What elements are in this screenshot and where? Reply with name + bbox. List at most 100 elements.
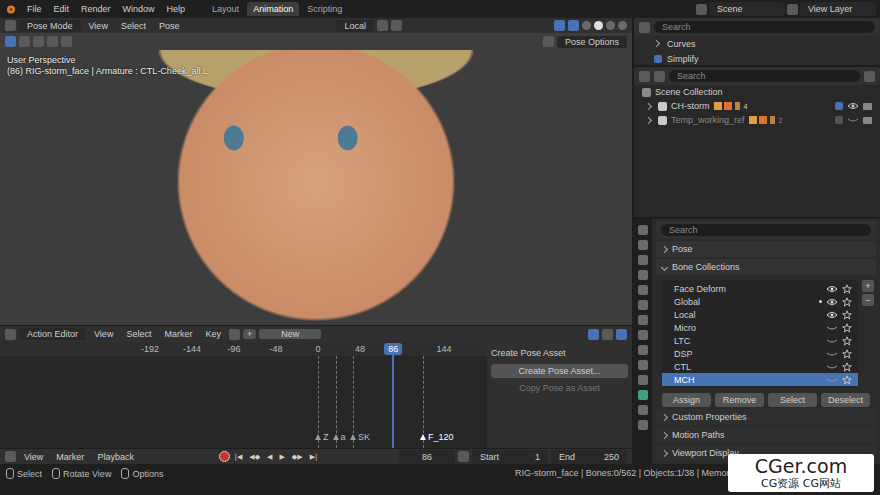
search-field[interactable]: Search [654,21,875,33]
properties-tab-icon[interactable] [638,315,648,325]
search-field[interactable]: Search [669,70,860,82]
properties-tab-icon[interactable] [638,225,648,235]
marker[interactable]: SK [350,432,370,442]
bone-collection-row[interactable]: CTL [662,360,858,373]
scene-icon[interactable] [696,4,707,15]
properties-tab-icon[interactable] [638,300,648,310]
marker[interactable]: a [333,432,346,442]
blender-logo-icon[interactable] [4,3,16,15]
viewport-menu[interactable]: View [84,20,113,32]
properties-tab-icon[interactable] [638,360,648,370]
bone-collection-row[interactable]: MCH [662,373,858,386]
subpanel[interactable]: Custom Properties [656,409,876,425]
star-icon[interactable] [842,284,852,294]
properties-tab-icon[interactable] [638,240,648,250]
star-icon[interactable] [842,349,852,359]
mode-dropdown[interactable]: Action Editor [19,328,86,340]
action-menu[interactable]: Select [121,328,156,340]
menu-item[interactable]: Window [118,3,160,15]
clock-icon[interactable] [458,451,469,462]
render-icon[interactable] [863,117,872,124]
properties-tab-icon[interactable] [638,420,648,430]
playback-control[interactable]: ▶ [277,453,286,461]
properties-tab-icon[interactable] [638,405,648,415]
star-icon[interactable] [842,323,852,333]
select-mode-icon[interactable] [47,36,58,47]
snap-icon[interactable] [391,20,402,31]
action-menu[interactable]: Key [200,328,226,340]
create-pose-asset-button[interactable]: Create Pose Asset... [491,364,628,378]
bone-collections-panel[interactable]: Bone Collections [656,259,876,275]
visibility-icon[interactable] [826,337,838,345]
axis-icon[interactable] [543,36,554,47]
star-icon[interactable] [842,362,852,372]
pose-options-dropdown[interactable]: Pose Options [557,36,627,48]
menu-item[interactable]: Help [162,3,191,15]
playhead[interactable]: 86 [384,343,402,355]
visibility-icon[interactable] [826,363,838,371]
checkbox[interactable] [654,55,662,63]
star-icon[interactable] [842,375,852,385]
playback-control[interactable]: ▶| [308,453,320,461]
playback-control[interactable]: ◀ [265,453,274,461]
filter-icon[interactable] [588,329,599,340]
collection-button[interactable]: Deselect [821,393,870,407]
editor-type-icon[interactable] [5,20,16,31]
bone-collection-row[interactable]: Local [662,308,858,321]
collection-button[interactable]: Assign [662,393,711,407]
action-menu[interactable]: View [89,328,118,340]
bone-collection-row[interactable]: Face Deform [662,282,858,295]
end-frame-field[interactable]: End250 [551,450,627,464]
workspace-tab[interactable]: Scripting [301,2,348,16]
properties-row[interactable]: Curves [634,36,880,51]
view-layer-icon[interactable] [787,4,798,15]
rendered-shading-icon[interactable] [618,21,627,30]
select-mode-icon[interactable] [19,36,30,47]
include-checkbox[interactable] [835,102,843,110]
timeline-menu[interactable]: Marker [51,451,89,463]
properties-tab-icon[interactable] [638,255,648,265]
scene-field[interactable]: Scene [709,2,785,16]
properties-tab-icon[interactable] [638,270,648,280]
view-layer-field[interactable]: View Layer [800,2,876,16]
subpanel[interactable]: Motion Paths [656,427,876,443]
marker[interactable]: F_120 [420,432,454,442]
menu-item[interactable]: Edit [49,3,75,15]
editor-type-icon[interactable] [5,329,16,340]
bone-collection-row[interactable]: Micro [662,321,858,334]
mode-dropdown[interactable]: Pose Mode [19,20,81,32]
start-frame-field[interactable]: Start1 [472,450,548,464]
editor-type-icon[interactable] [639,71,650,82]
current-frame-field[interactable]: 86 [399,450,455,464]
menu-item[interactable]: File [22,3,47,15]
bone-collection-row[interactable]: LTC [662,334,858,347]
snap-icon[interactable] [616,329,627,340]
collection-button[interactable]: Remove [715,393,764,407]
select-mode-icon[interactable] [61,36,72,47]
properties-tab-icon[interactable] [638,330,648,340]
viewport-menu[interactable]: Select [116,20,151,32]
bone-collection-row[interactable]: DSP [662,347,858,360]
visibility-icon[interactable] [826,311,838,319]
visibility-icon[interactable] [847,102,859,110]
visibility-icon[interactable] [826,324,838,332]
filter-icon[interactable] [864,71,875,82]
properties-tab-icon[interactable] [638,375,648,385]
playhead-line[interactable] [392,354,394,448]
editor-type-icon[interactable] [639,22,650,33]
visibility-icon[interactable] [826,298,838,306]
workspace-tab[interactable]: Animation [247,2,299,16]
list-button[interactable]: − [862,294,874,306]
keyframe-area[interactable]: -192-144-96-48048144ZaSKF_12086 [0,342,487,448]
search-field[interactable]: Search [661,224,871,236]
wireframe-shading-icon[interactable] [582,21,591,30]
outliner-row[interactable]: Scene Collection [634,85,880,99]
gizmo-icon[interactable] [554,20,565,31]
collection-button[interactable]: Select [768,393,817,407]
pose-panel[interactable]: Pose [656,241,876,257]
solid-shading-icon[interactable] [594,21,603,30]
visibility-icon[interactable] [826,285,838,293]
display-mode-icon[interactable] [654,71,665,82]
properties-tab-icon[interactable] [638,390,648,400]
workspace-tab[interactable]: Layout [206,2,245,16]
